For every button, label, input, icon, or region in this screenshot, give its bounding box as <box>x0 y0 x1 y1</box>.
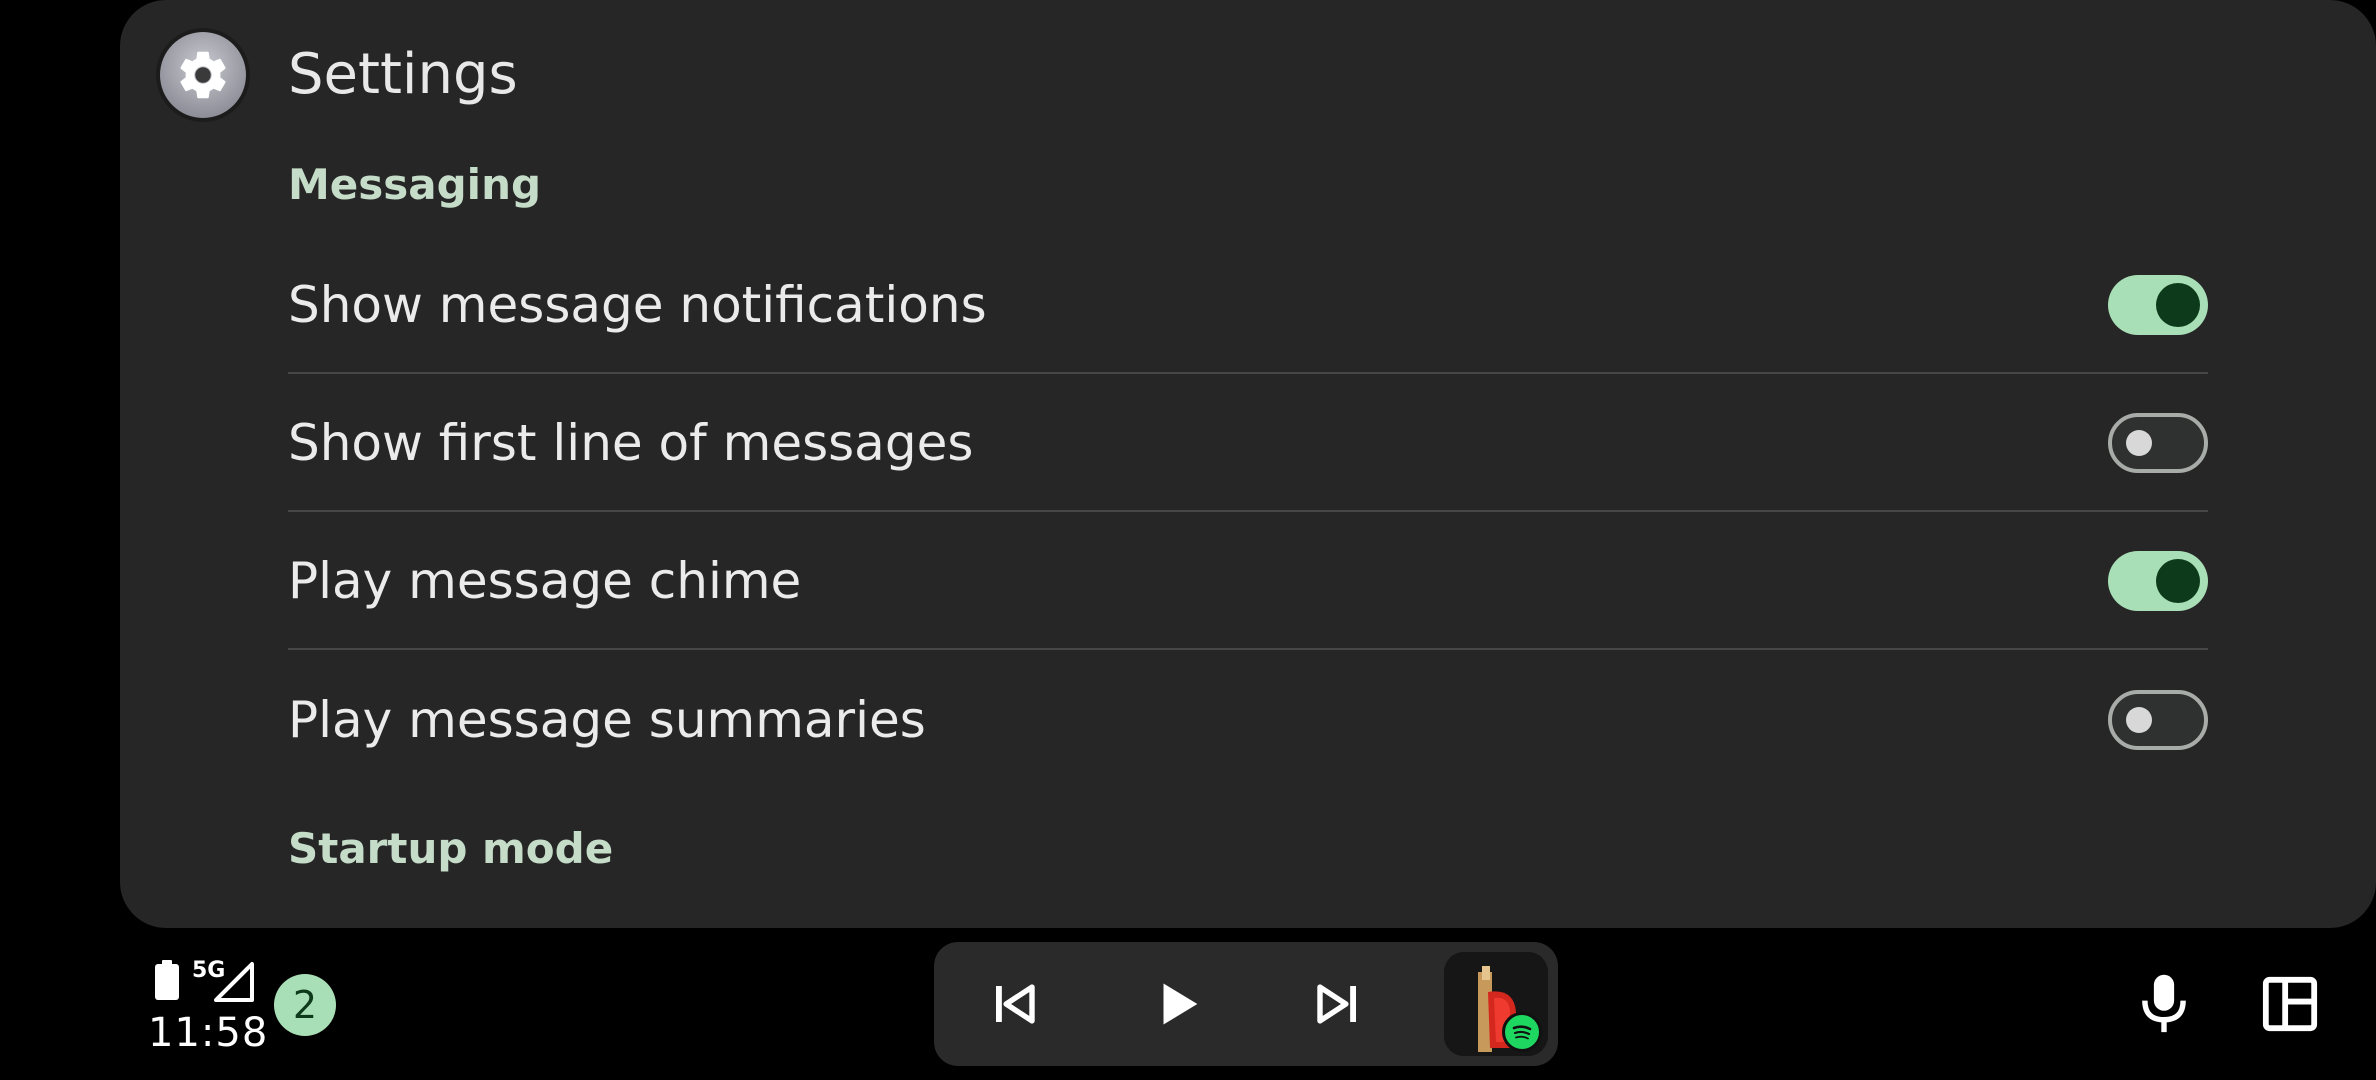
microphone-button[interactable] <box>2124 964 2204 1044</box>
gear-icon <box>180 51 226 99</box>
album-art[interactable] <box>1444 952 1548 1056</box>
setting-label: Play message summaries <box>288 691 926 749</box>
toggle-show-message-notifications[interactable] <box>2108 275 2208 335</box>
android-auto-screen: Settings Messaging Show message notifica… <box>0 0 2376 1080</box>
dashboard-layout-button[interactable] <box>2250 964 2330 1044</box>
setting-row-show-first-line[interactable]: Show first line of messages <box>288 376 2208 512</box>
setting-row-play-message-summaries[interactable]: Play message summaries <box>288 652 2208 788</box>
setting-row-play-message-chime[interactable]: Play message chime <box>288 514 2208 650</box>
toggle-play-message-chime[interactable] <box>2108 551 2208 611</box>
setting-label: Show message notifications <box>288 276 987 334</box>
skip-next-icon <box>1317 984 1356 1024</box>
signal-icon <box>214 962 254 1002</box>
setting-row-show-message-notifications[interactable]: Show message notifications <box>288 238 2208 374</box>
section-header-messaging: Messaging <box>288 160 542 209</box>
microphone-icon <box>2142 974 2186 1033</box>
play-icon <box>1163 983 1198 1025</box>
page-title: Settings <box>288 42 518 107</box>
dashboard-layout-icon <box>2262 976 2318 1032</box>
battery-icon <box>155 960 179 1000</box>
section-header-startup-mode: Startup mode <box>288 824 614 873</box>
media-controls <box>934 942 1558 1066</box>
notification-count-badge[interactable]: 2 <box>274 974 336 1036</box>
settings-app-icon[interactable] <box>156 28 250 122</box>
toggle-play-message-summaries[interactable] <box>2108 690 2208 750</box>
toggle-show-first-line[interactable] <box>2108 413 2208 473</box>
play-button[interactable] <box>1138 964 1218 1044</box>
skip-previous-icon <box>996 984 1035 1024</box>
spotify-icon <box>1502 1012 1542 1052</box>
settings-panel: Settings Messaging Show message notifica… <box>120 0 2376 928</box>
setting-label: Show first line of messages <box>288 414 974 472</box>
skip-previous-button[interactable] <box>974 964 1054 1044</box>
clock: 11:58 <box>148 1010 269 1056</box>
skip-next-button[interactable] <box>1298 964 1378 1044</box>
setting-label: Play message chime <box>288 552 802 610</box>
